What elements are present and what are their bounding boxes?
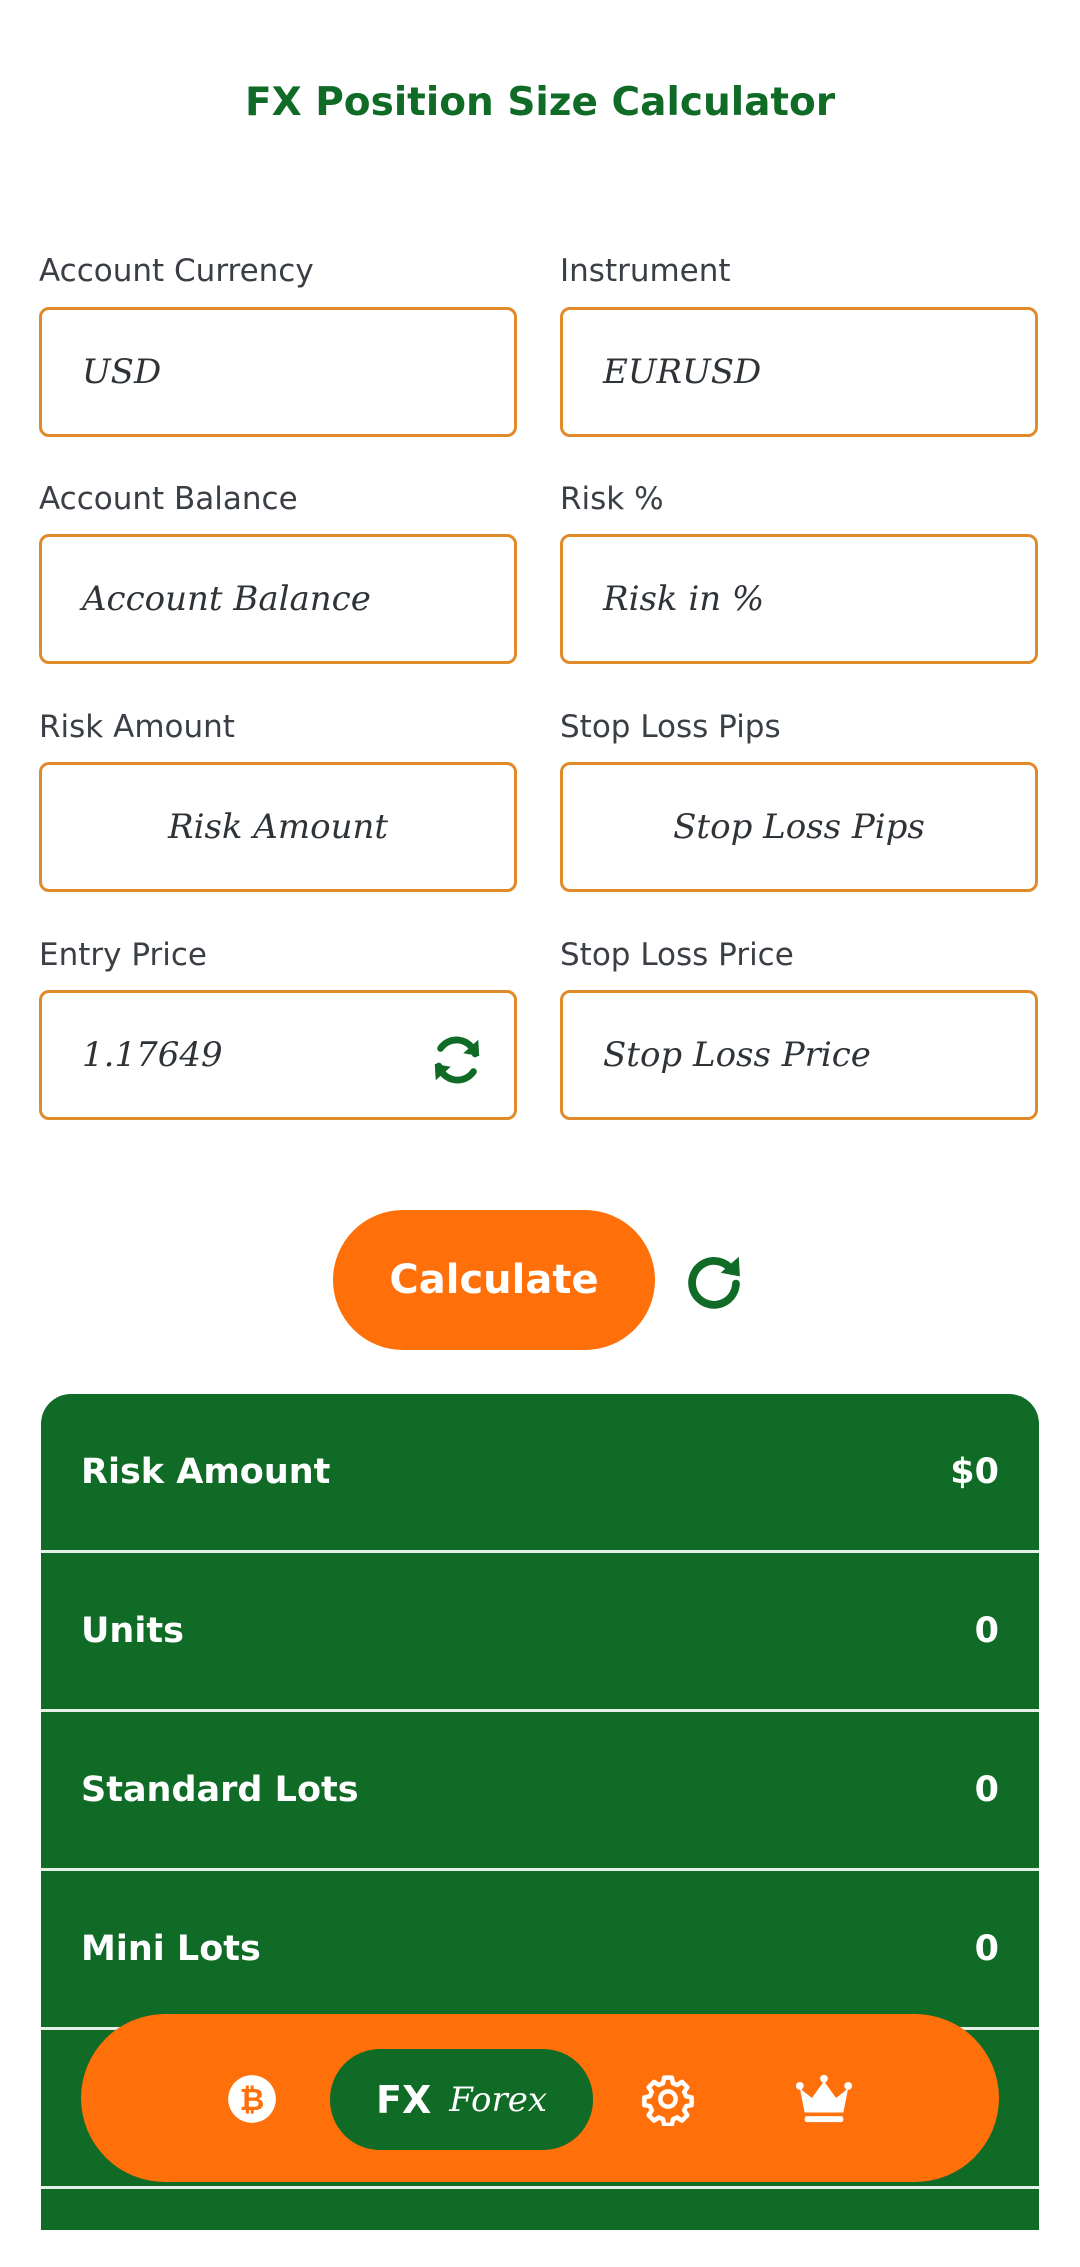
stop-loss-pips-placeholder: Stop Loss Pips (673, 807, 925, 847)
entry-price-value: 1.17649 (82, 1035, 223, 1075)
result-label: Units (81, 1611, 184, 1651)
reset-icon[interactable] (683, 1250, 745, 1312)
instrument-field[interactable]: EURUSD (560, 307, 1038, 437)
svg-text:₿: ₿ (240, 2083, 265, 2118)
bitcoin-icon[interactable]: ₿ (226, 2073, 278, 2125)
result-row-standard-lots: Standard Lots 0 (41, 1712, 1039, 1871)
account-balance-input[interactable]: Account Balance (39, 534, 517, 664)
result-label: Mini Lots (81, 1929, 261, 1969)
result-row-mini-lots: Mini Lots 0 (41, 1871, 1039, 2030)
account-currency-value: USD (82, 352, 162, 392)
stop-loss-pips-label: Stop Loss Pips (560, 709, 781, 745)
result-row-units: Units 0 (41, 1553, 1039, 1712)
account-currency-field[interactable]: USD (39, 307, 517, 437)
account-balance-label: Account Balance (39, 481, 298, 517)
result-row-risk-amount: Risk Amount $0 (41, 1394, 1039, 1553)
nav-forex-tab[interactable]: FX Forex (330, 2049, 593, 2150)
stop-loss-price-input[interactable]: Stop Loss Price (560, 990, 1038, 1120)
result-label: Risk Amount (81, 1452, 331, 1492)
risk-amount-input[interactable]: Risk Amount (39, 762, 517, 892)
stop-loss-price-label: Stop Loss Price (560, 937, 794, 973)
stop-loss-price-placeholder: Stop Loss Price (603, 1035, 871, 1075)
stop-loss-pips-input[interactable]: Stop Loss Pips (560, 762, 1038, 892)
account-balance-placeholder: Account Balance (82, 579, 371, 619)
fx-icon: FX (375, 2077, 432, 2122)
refresh-icon[interactable] (428, 1031, 486, 1089)
entry-price-input[interactable]: 1.17649 (39, 990, 517, 1120)
calculate-button[interactable]: Calculate (333, 1210, 655, 1350)
result-value: $0 (950, 1452, 999, 1492)
settings-gear-icon[interactable] (641, 2072, 695, 2126)
result-value: 0 (974, 1611, 999, 1651)
result-value: 0 (974, 1929, 999, 1969)
page-title: FX Position Size Calculator (244, 80, 836, 125)
entry-price-label: Entry Price (39, 937, 207, 973)
result-label: Standard Lots (81, 1770, 359, 1810)
risk-percent-placeholder: Risk in % (603, 579, 765, 619)
risk-amount-label: Risk Amount (39, 709, 235, 745)
instrument-label: Instrument (560, 253, 731, 289)
account-currency-label: Account Currency (39, 253, 314, 289)
instrument-value: EURUSD (603, 352, 762, 392)
bottom-nav: ₿ FX Forex (81, 2014, 999, 2182)
result-value: 0 (974, 1770, 999, 1810)
crown-icon[interactable] (795, 2071, 853, 2125)
risk-amount-placeholder: Risk Amount (167, 807, 389, 847)
risk-percent-input[interactable]: Risk in % (560, 534, 1038, 664)
nav-forex-label: Forex (449, 2079, 547, 2120)
risk-percent-label: Risk % (560, 481, 664, 517)
